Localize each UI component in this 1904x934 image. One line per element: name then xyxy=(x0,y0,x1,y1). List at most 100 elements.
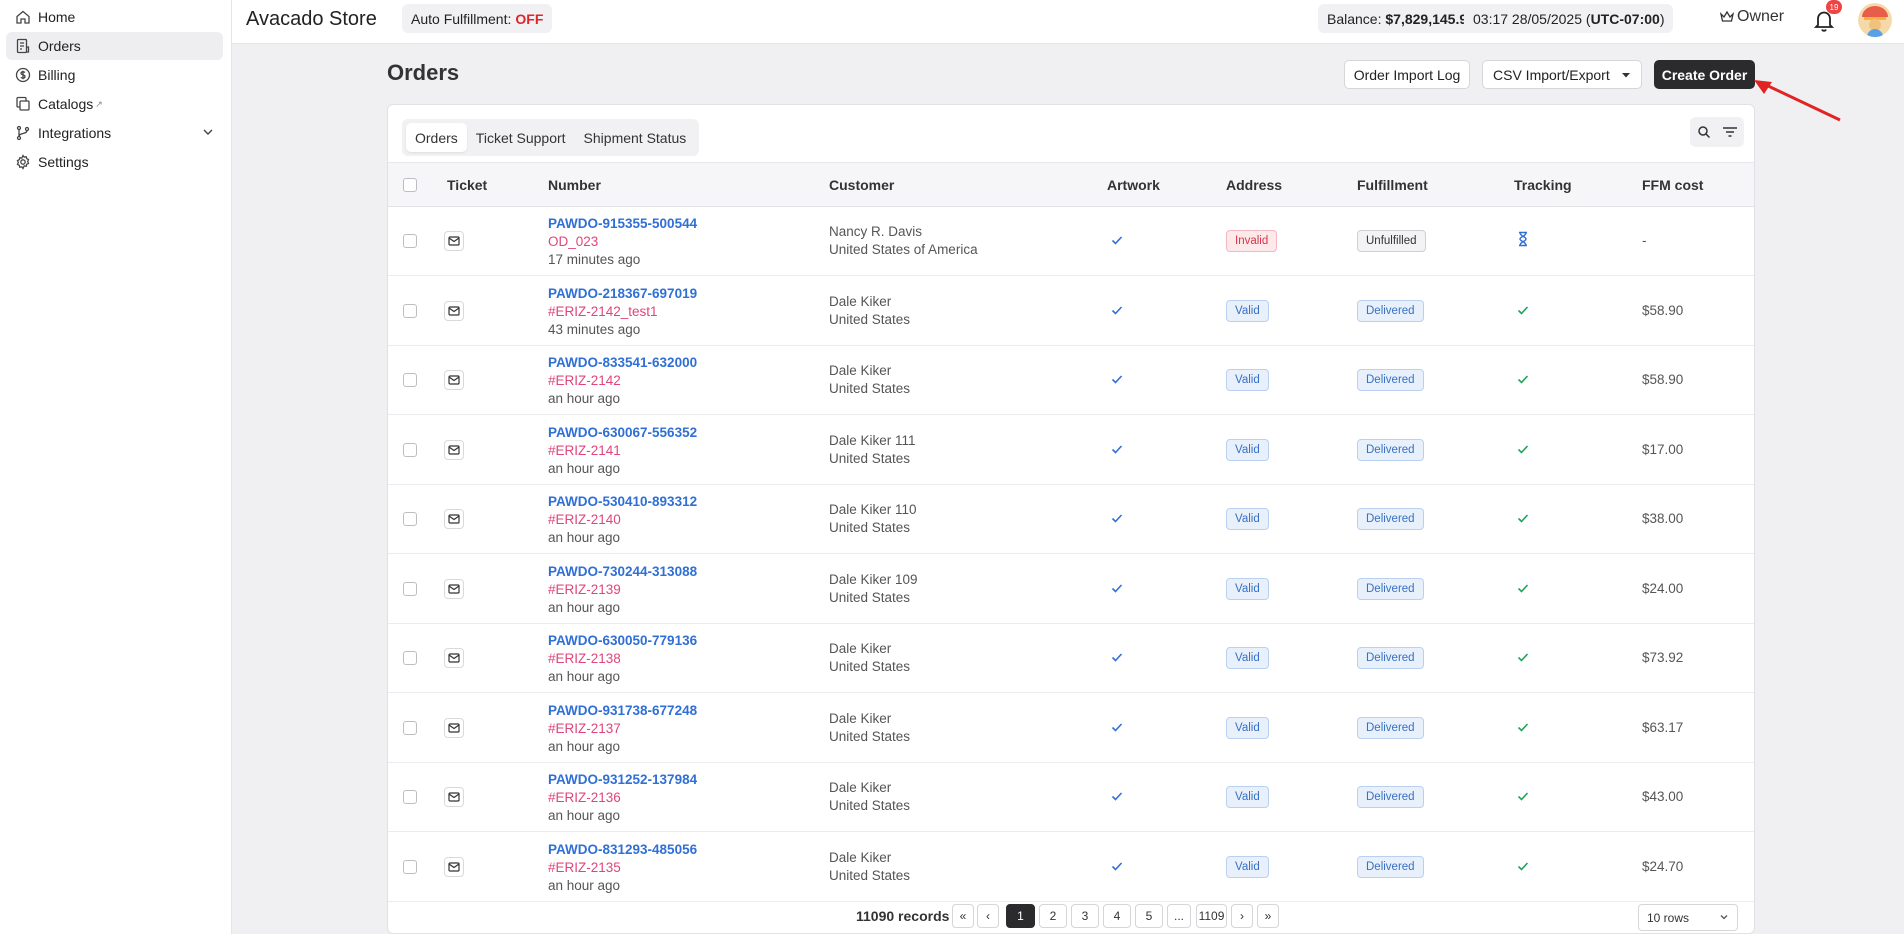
order-number-link[interactable]: PAWDO-218367-697019 xyxy=(548,285,697,303)
row-checkbox[interactable] xyxy=(403,373,417,387)
tracking-check-icon[interactable] xyxy=(1516,720,1530,734)
mail-icon[interactable] xyxy=(444,300,464,321)
auto-fulfillment-label: Auto Fulfillment: xyxy=(411,10,512,27)
tracking-check-icon[interactable] xyxy=(1516,789,1530,803)
tracking-check-icon[interactable] xyxy=(1516,303,1530,317)
tracking-check-icon[interactable] xyxy=(1516,442,1530,456)
tracking-check-icon[interactable] xyxy=(1516,859,1530,873)
timezone-value: UTC-07:00 xyxy=(1590,10,1660,27)
order-number-link[interactable]: PAWDO-833541-632000 xyxy=(548,354,697,372)
filter-icon[interactable] xyxy=(1720,122,1740,142)
sidebar-item-home[interactable]: Home xyxy=(6,3,223,31)
table-row[interactable]: PAWDO-630050-779136 #ERIZ-2138 an hour ago… xyxy=(388,624,1754,693)
auto-fulfillment-toggle[interactable]: Auto Fulfillment: OFF xyxy=(402,4,553,33)
column-header-artwork[interactable]: Artwork xyxy=(1107,177,1160,193)
artwork-check-icon xyxy=(1110,720,1124,734)
mail-icon[interactable] xyxy=(444,578,464,599)
sidebar-item-settings[interactable]: Settings xyxy=(6,148,223,176)
mail-icon[interactable] xyxy=(444,717,464,738)
mail-icon[interactable] xyxy=(444,509,464,529)
row-checkbox[interactable] xyxy=(403,303,417,318)
table-row[interactable]: PAWDO-831293-485056 #ERIZ-2135 an hour ago… xyxy=(388,833,1754,902)
tab-ticket-support[interactable]: Ticket Support xyxy=(467,123,575,152)
mail-icon[interactable] xyxy=(444,231,464,251)
search-icon[interactable] xyxy=(1694,122,1714,142)
mail-icon[interactable] xyxy=(444,787,464,807)
sidebar-item-catalogs[interactable]: Catalogs ↗ xyxy=(6,90,223,118)
order-number-link[interactable]: PAWDO-831293-485056 xyxy=(548,841,697,859)
table-row[interactable]: PAWDO-218367-697019 #ERIZ-2142_test1 43 mi… xyxy=(388,277,1754,346)
sidebar-item-integrations[interactable]: Integrations xyxy=(6,119,223,147)
order-number-link[interactable]: PAWDO-931252-137984 xyxy=(548,771,697,789)
column-header-address[interactable]: Address xyxy=(1226,177,1282,193)
table-row[interactable]: PAWDO-833541-632000 #ERIZ-2142 an hour ago… xyxy=(388,346,1754,415)
tracking-check-icon[interactable] xyxy=(1516,581,1530,595)
last-page-number-button[interactable]: 1109 xyxy=(1196,904,1227,928)
column-header-ffm-cost[interactable]: FFM cost xyxy=(1642,177,1703,193)
page-button[interactable]: 3 xyxy=(1071,904,1099,928)
page-button[interactable]: 4 xyxy=(1103,904,1131,928)
row-checkbox[interactable] xyxy=(403,234,417,248)
tab-shipment-status[interactable]: Shipment Status xyxy=(575,123,696,152)
row-checkbox[interactable] xyxy=(403,581,417,596)
hourglass-icon[interactable] xyxy=(1516,231,1530,247)
table-row[interactable]: PAWDO-931252-137984 #ERIZ-2136 an hour ago… xyxy=(388,763,1754,832)
mail-icon[interactable] xyxy=(444,370,464,390)
fulfillment-status-badge: Delivered xyxy=(1357,508,1424,530)
order-number-link[interactable]: PAWDO-931738-677248 xyxy=(548,702,697,720)
order-time: an hour ago xyxy=(548,877,621,893)
page-button[interactable]: 2 xyxy=(1039,904,1067,928)
ellipsis-button[interactable]: ... xyxy=(1167,904,1191,928)
avatar[interactable] xyxy=(1858,3,1892,37)
column-header-number[interactable]: Number xyxy=(548,177,601,193)
row-checkbox[interactable] xyxy=(403,790,417,804)
fulfillment-status-badge: Delivered xyxy=(1357,577,1424,600)
sidebar-item-orders[interactable]: Orders xyxy=(6,32,223,60)
order-number-link[interactable]: PAWDO-630050-779136 xyxy=(548,632,697,650)
column-header-tracking[interactable]: Tracking xyxy=(1514,177,1572,193)
ffm-cost: $63.17 xyxy=(1642,719,1684,735)
prev-page-button[interactable]: ‹ xyxy=(977,904,999,928)
order-reference: #ERIZ-2136 xyxy=(548,790,621,805)
mail-icon[interactable] xyxy=(444,648,464,668)
row-checkbox[interactable] xyxy=(403,512,417,526)
page-button[interactable]: 1 xyxy=(1006,904,1035,928)
rows-per-page-select[interactable]: 10 rows xyxy=(1638,904,1738,931)
order-import-log-button[interactable]: Order Import Log xyxy=(1344,60,1470,89)
row-checkbox[interactable] xyxy=(403,651,417,665)
table-row[interactable]: PAWDO-530410-893312 #ERIZ-2140 an hour ago… xyxy=(388,485,1754,554)
page-button[interactable]: 5 xyxy=(1135,904,1163,928)
csv-import-export-button[interactable]: CSV Import/Export xyxy=(1482,60,1642,89)
tracking-check-icon[interactable] xyxy=(1516,511,1530,525)
order-number-link[interactable]: PAWDO-730244-313088 xyxy=(548,563,697,581)
table-tools xyxy=(1690,117,1744,147)
first-page-button[interactable]: « xyxy=(952,904,974,928)
row-checkbox[interactable] xyxy=(403,442,417,457)
records-count: 11090 records xyxy=(856,908,950,924)
create-order-button[interactable]: Create Order xyxy=(1654,60,1755,89)
table-row[interactable]: PAWDO-630067-556352 #ERIZ-2141 an hour ago… xyxy=(388,416,1754,485)
role-menu[interactable]: Owner xyxy=(1719,8,1784,26)
column-header-ticket[interactable]: Ticket xyxy=(447,177,487,193)
order-number-link[interactable]: PAWDO-630067-556352 xyxy=(548,424,697,442)
table-row[interactable]: PAWDO-730244-313088 #ERIZ-2139 an hour ago… xyxy=(388,555,1754,624)
table-row[interactable]: PAWDO-915355-500544 OD_023 17 minutes ago N… xyxy=(388,207,1754,276)
column-header-fulfillment[interactable]: Fulfillment xyxy=(1357,177,1428,193)
row-checkbox[interactable] xyxy=(403,859,417,874)
mail-icon[interactable] xyxy=(444,856,464,877)
tab-orders[interactable]: Orders xyxy=(406,123,467,152)
order-number-link[interactable]: PAWDO-530410-893312 xyxy=(548,493,697,511)
select-all-checkbox[interactable] xyxy=(403,178,417,192)
column-header-customer[interactable]: Customer xyxy=(829,177,894,193)
fulfillment-status-badge: Delivered xyxy=(1357,299,1424,322)
mail-icon[interactable] xyxy=(444,439,464,460)
tracking-check-icon[interactable] xyxy=(1516,650,1530,664)
order-number-link[interactable]: PAWDO-915355-500544 xyxy=(548,215,697,233)
row-checkbox[interactable] xyxy=(403,720,417,735)
chevron-down-icon[interactable] xyxy=(201,125,215,142)
sidebar-item-billing[interactable]: Billing xyxy=(6,61,223,89)
last-page-button[interactable]: » xyxy=(1257,904,1279,928)
tracking-check-icon[interactable] xyxy=(1516,372,1530,386)
table-row[interactable]: PAWDO-931738-677248 #ERIZ-2137 an hour ago… xyxy=(388,694,1754,763)
next-page-button[interactable]: › xyxy=(1231,904,1253,928)
